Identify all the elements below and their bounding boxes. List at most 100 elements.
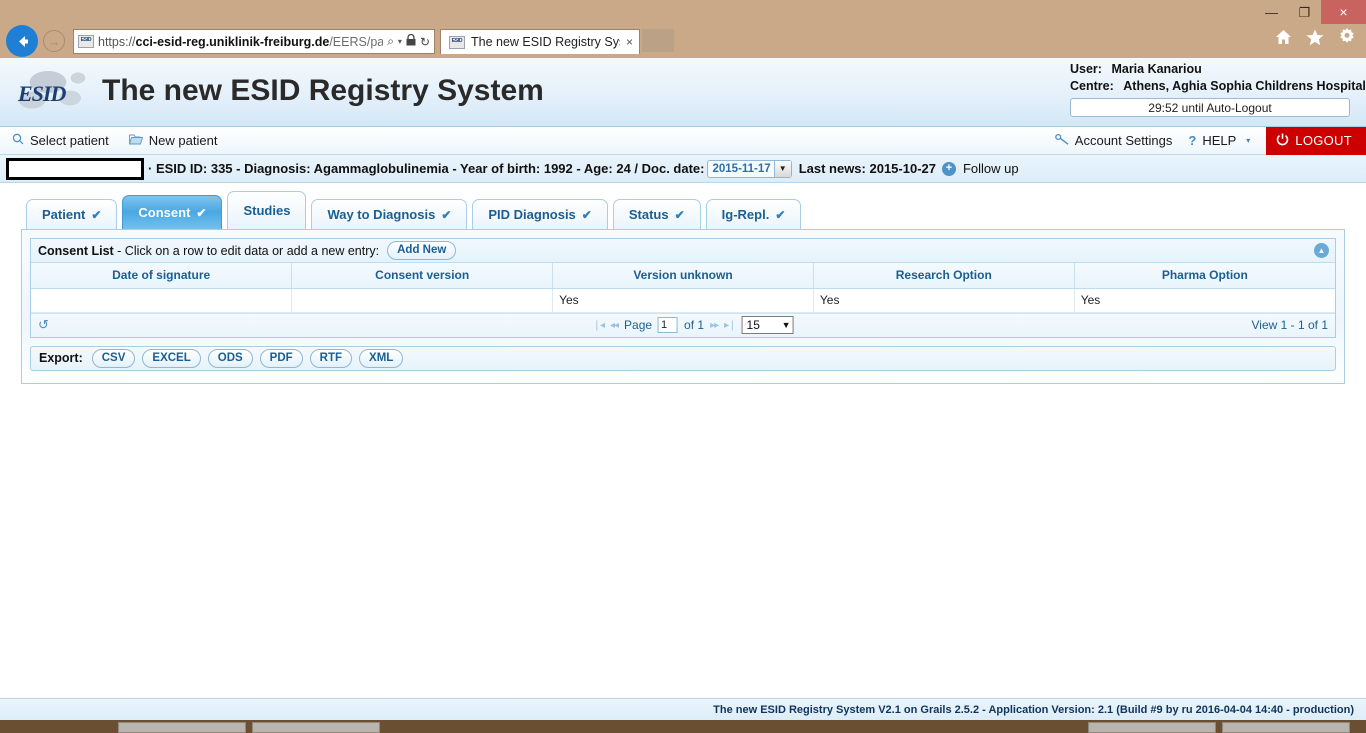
- new-tab-button[interactable]: [642, 29, 674, 52]
- refresh-icon[interactable]: ↺: [38, 317, 49, 333]
- centre-line: Centre: Athens, Aghia Sophia Childrens H…: [1070, 78, 1366, 95]
- column-header[interactable]: Consent version: [291, 263, 554, 289]
- tab-label: Status: [628, 207, 669, 222]
- key-icon: [1054, 133, 1069, 148]
- add-new-button[interactable]: Add New: [387, 241, 457, 260]
- site-favicon-icon: [78, 35, 94, 48]
- page-size-select[interactable]: 15 ▼: [741, 316, 794, 334]
- export-pdf-button[interactable]: PDF: [259, 348, 303, 368]
- table-row[interactable]: Yes Yes Yes: [31, 288, 1335, 313]
- logout-button[interactable]: LOGOUT: [1266, 126, 1366, 155]
- chevron-down-icon: ▾: [1246, 136, 1251, 145]
- patient-info-line: · ESID ID: 335 - Diagnosis: Agammaglobul…: [148, 161, 705, 176]
- check-icon: ✔: [674, 207, 685, 222]
- export-xml-button[interactable]: XML: [359, 348, 404, 368]
- export-csv-button[interactable]: CSV: [91, 348, 136, 368]
- browser-tab[interactable]: The new ESID Registry Syste... ×: [440, 29, 640, 54]
- search-icon[interactable]: ⌕: [387, 34, 394, 49]
- page-number-input[interactable]: [658, 317, 679, 333]
- check-icon: ✔: [196, 205, 207, 220]
- home-icon[interactable]: [1275, 29, 1292, 45]
- doc-date-select[interactable]: 2015-11-17 ▼: [707, 159, 792, 178]
- column-header[interactable]: Pharma Option: [1074, 263, 1335, 289]
- export-ods-button[interactable]: ODS: [207, 348, 253, 368]
- last-page-icon[interactable]: ▸❘: [724, 320, 736, 331]
- new-patient-link[interactable]: New patient: [128, 133, 217, 148]
- lock-icon: [406, 33, 416, 49]
- check-icon: ✔: [91, 207, 102, 222]
- taskbar-item[interactable]: [118, 722, 246, 733]
- add-followup-icon[interactable]: +: [941, 161, 956, 176]
- grid-header: Consent List - Click on a row to edit da…: [31, 239, 1335, 263]
- url-text: https://cci-esid-reg.uniklinik-freiburg.…: [98, 34, 384, 49]
- restore-button[interactable]: ❐: [1288, 0, 1321, 24]
- grid-title: Consent List - Click on a row to edit da…: [38, 244, 379, 258]
- entity-tabs-section: Patient ✔ Consent ✔ Studies Way to Diagn…: [21, 191, 1345, 384]
- user-info-block: User: Maria Kanariou Centre: Athens, Agh…: [1070, 61, 1366, 117]
- page-title: The new ESID Registry System: [102, 74, 544, 107]
- follow-up-link[interactable]: Follow up: [963, 161, 1019, 176]
- tab-way-to-diagnosis[interactable]: Way to Diagnosis ✔: [311, 199, 468, 229]
- table-cell: Yes: [813, 288, 1075, 313]
- tab-ig-repl[interactable]: Ig-Repl. ✔: [705, 199, 802, 229]
- forward-button[interactable]: →: [43, 30, 65, 52]
- help-label: HELP: [1202, 133, 1237, 148]
- select-patient-link[interactable]: Select patient: [12, 133, 109, 148]
- tab-studies[interactable]: Studies: [227, 191, 307, 229]
- magnifier-icon: [12, 133, 24, 148]
- collapse-icon[interactable]: ▲: [1314, 243, 1329, 258]
- tab-consent[interactable]: Consent ✔: [122, 195, 223, 229]
- export-label: Export:: [39, 351, 83, 365]
- close-window-button[interactable]: ×: [1321, 0, 1366, 24]
- account-settings-link[interactable]: Account Settings: [1054, 133, 1173, 148]
- export-excel-button[interactable]: EXCEL: [142, 348, 201, 368]
- table-cell: [31, 288, 293, 313]
- app-footer: The new ESID Registry System V2.1 on Gra…: [0, 698, 1366, 720]
- page-label: Page: [624, 318, 653, 332]
- tab-label: Ig-Repl.: [721, 207, 770, 222]
- column-header[interactable]: Version unknown: [552, 263, 814, 289]
- tab-label: Consent: [138, 205, 191, 220]
- column-header[interactable]: Date of signature: [31, 263, 293, 289]
- tab-close-icon[interactable]: ×: [626, 35, 633, 49]
- consent-table: Date of signature Consent version Versio…: [31, 263, 1335, 313]
- back-button[interactable]: [6, 25, 38, 57]
- nav-left-group: Select patient New patient: [0, 133, 217, 148]
- tab-pid-diagnosis[interactable]: PID Diagnosis ✔: [472, 199, 608, 229]
- check-icon: ✔: [581, 207, 592, 222]
- prev-page-icon[interactable]: ◂◂: [610, 320, 619, 331]
- help-link[interactable]: ? HELP ▾: [1188, 133, 1250, 148]
- browser-tab-title: The new ESID Registry Syste...: [471, 35, 620, 49]
- minimize-button[interactable]: —: [1255, 0, 1288, 24]
- check-icon: ✔: [441, 207, 452, 222]
- page-content: ESID The new ESID Registry System User: …: [0, 58, 1366, 720]
- browser-chrome: — ❐ × → https://cci-esid-reg.uniklinik-f…: [0, 0, 1366, 58]
- tab-status[interactable]: Status ✔: [612, 199, 701, 229]
- pagination-controls: ❘◂ ◂◂ Page of 1 ▸▸ ▸❘ 15 ▼: [593, 316, 794, 334]
- address-bar[interactable]: https://cci-esid-reg.uniklinik-freiburg.…: [73, 29, 435, 54]
- select-patient-label: Select patient: [30, 133, 109, 148]
- column-header[interactable]: Research Option: [813, 263, 1075, 289]
- chevron-down-icon[interactable]: ▾: [398, 37, 402, 46]
- esid-logo-text: ESID: [18, 81, 66, 106]
- next-page-icon[interactable]: ▸▸: [710, 320, 719, 331]
- favorites-star-icon[interactable]: [1306, 29, 1324, 46]
- export-rtf-button[interactable]: RTF: [309, 348, 353, 368]
- taskbar-item[interactable]: [1088, 722, 1216, 733]
- user-value: Maria Kanariou: [1111, 62, 1202, 76]
- logout-label: LOGOUT: [1295, 133, 1352, 148]
- grid-title-bold: Consent List: [38, 243, 114, 258]
- tab-patient[interactable]: Patient ✔: [26, 199, 118, 229]
- taskbar-item[interactable]: [252, 722, 380, 733]
- gear-icon[interactable]: [1338, 28, 1356, 46]
- account-settings-label: Account Settings: [1074, 133, 1173, 148]
- tab-label: PID Diagnosis: [488, 207, 576, 222]
- table-cell: Yes: [1074, 288, 1335, 313]
- reload-icon[interactable]: ↻: [420, 35, 430, 49]
- app-header: ESID The new ESID Registry System User: …: [0, 58, 1366, 127]
- grid-title-rest: - Click on a row to edit data or add a n…: [113, 243, 380, 258]
- taskbar-item[interactable]: [1222, 722, 1350, 733]
- tab-favicon-icon: [449, 35, 465, 49]
- export-bar: Export: CSV EXCEL ODS PDF RTF XML: [30, 345, 1336, 371]
- first-page-icon[interactable]: ❘◂: [593, 320, 605, 331]
